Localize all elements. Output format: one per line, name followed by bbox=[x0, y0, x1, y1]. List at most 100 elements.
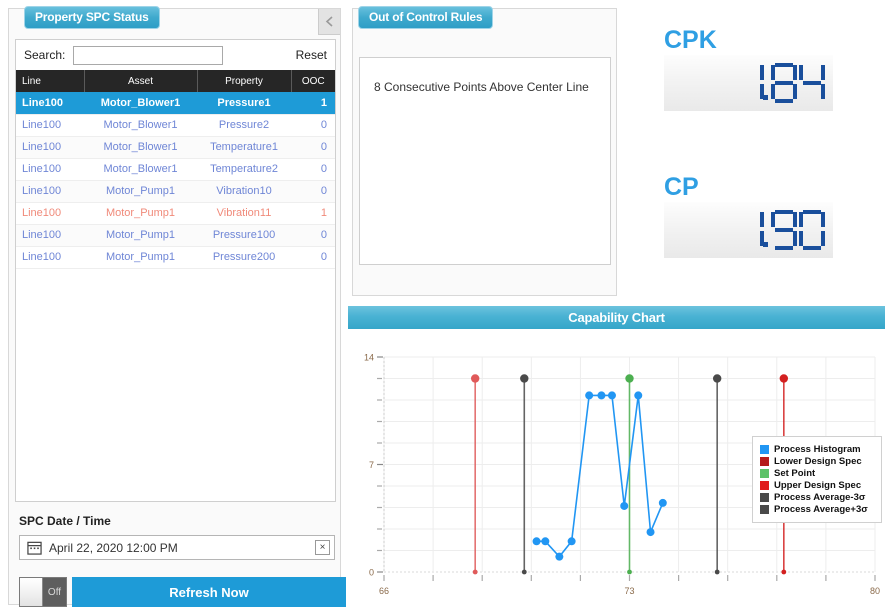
property-spc-status-panel: Search: Reset Line Asset Property OOC Li… bbox=[8, 8, 346, 607]
segment-b bbox=[793, 65, 797, 80]
seven-segment-digit bbox=[799, 63, 825, 103]
legend-swatch bbox=[760, 493, 769, 502]
segment-c bbox=[821, 84, 825, 99]
table-row[interactable]: Line100 Motor_Pump1 Pressure200 0 bbox=[16, 246, 335, 269]
segment-d bbox=[742, 246, 760, 250]
table-row[interactable]: Line100 Motor_Pump1 Vibration11 1 bbox=[16, 202, 335, 225]
spec-line-marker bbox=[625, 374, 634, 383]
auto-refresh-toggle[interactable]: Off bbox=[19, 577, 67, 607]
cell-property: Pressure200 bbox=[197, 246, 291, 269]
action-row: Off Refresh Now bbox=[19, 577, 346, 607]
table-row[interactable]: Line100 Motor_Blower1 Pressure2 0 bbox=[16, 114, 335, 137]
cp-gauge-value bbox=[738, 210, 825, 250]
table-header: Line Asset Property OOC bbox=[16, 70, 335, 92]
segment-e bbox=[738, 231, 742, 246]
table-row[interactable]: Line100 Motor_Blower1 Pressure1 1 bbox=[16, 92, 335, 115]
x-tick-label: 66 bbox=[379, 586, 389, 596]
cell-asset: Motor_Pump1 bbox=[84, 202, 197, 225]
table-row[interactable]: Line100 Motor_Blower1 Temperature1 0 bbox=[16, 136, 335, 159]
table-row[interactable]: Line100 Motor_Pump1 Pressure100 0 bbox=[16, 224, 335, 247]
out-of-control-rules-title: Out of Control Rules bbox=[358, 6, 494, 29]
spec-line-base bbox=[627, 569, 632, 575]
spc-date-time-section: SPC Date / Time April 22, 2020 12:00 PM … bbox=[19, 514, 335, 560]
cell-asset: Motor_Blower1 bbox=[84, 92, 197, 115]
out-of-control-rules-panel: 8 Consecutive Points Above Center Line bbox=[352, 8, 617, 296]
y-tick-label: 0 bbox=[369, 568, 374, 578]
cell-line: Line100 bbox=[16, 114, 84, 137]
histogram-point bbox=[567, 537, 576, 546]
cp-gauge: CP bbox=[664, 175, 833, 258]
segment-c bbox=[760, 231, 764, 246]
refresh-now-button[interactable]: Refresh Now bbox=[72, 577, 346, 607]
reset-button[interactable]: Reset bbox=[296, 48, 327, 62]
legend-item[interactable]: Upper Design Spec bbox=[760, 480, 874, 491]
cell-property: Pressure1 bbox=[197, 92, 291, 115]
segment-c bbox=[793, 84, 797, 99]
cp-gauge-label: CP bbox=[664, 173, 699, 201]
segment-e bbox=[771, 84, 775, 99]
legend-item[interactable]: Set Point bbox=[760, 468, 874, 479]
search-row: Search: Reset bbox=[16, 40, 335, 70]
cell-property: Vibration10 bbox=[197, 180, 291, 203]
clear-date-button[interactable]: × bbox=[315, 540, 330, 555]
legend-item[interactable]: Process Average-3σ bbox=[760, 492, 874, 503]
cell-property: Temperature1 bbox=[197, 136, 291, 159]
cell-asset: Motor_Blower1 bbox=[84, 158, 197, 181]
x-tick-label: 80 bbox=[870, 586, 880, 596]
column-header-property[interactable]: Property bbox=[197, 70, 292, 92]
segment-g bbox=[742, 228, 760, 232]
spc-date-time-field[interactable]: April 22, 2020 12:00 PM × bbox=[19, 535, 335, 560]
table-row[interactable]: Line100 Motor_Pump1 Vibration10 0 bbox=[16, 180, 335, 203]
cell-property: Vibration11 bbox=[197, 202, 291, 225]
cell-ooc: 0 bbox=[291, 114, 335, 137]
spec-line-marker bbox=[712, 374, 722, 383]
segment-a bbox=[775, 210, 793, 214]
legend-label: Lower Design Spec bbox=[774, 456, 862, 467]
legend-swatch bbox=[760, 445, 769, 454]
segment-e bbox=[799, 231, 803, 246]
cell-ooc: 0 bbox=[291, 136, 335, 159]
table-row[interactable]: Line100 Motor_Blower1 Temperature2 0 bbox=[16, 158, 335, 181]
column-header-ooc[interactable]: OOC bbox=[291, 70, 335, 92]
spec-line-marker bbox=[779, 374, 789, 383]
chart-legend: Process Histogram Lower Design Spec Set Po… bbox=[752, 436, 882, 523]
legend-item[interactable]: Lower Design Spec bbox=[760, 456, 874, 467]
spec-line-marker bbox=[520, 374, 529, 383]
capability-chart-area: 0 7 14 66 73 80 Process Histogram Lower Design… bbox=[348, 329, 885, 608]
chevron-left-icon bbox=[325, 16, 333, 27]
search-input[interactable] bbox=[73, 45, 224, 65]
rule-item[interactable]: 8 Consecutive Points Above Center Line bbox=[360, 58, 610, 118]
search-label: Search: bbox=[24, 48, 66, 62]
legend-swatch bbox=[760, 469, 769, 478]
column-header-line[interactable]: Line bbox=[16, 70, 85, 92]
cell-asset: Motor_Blower1 bbox=[84, 114, 197, 137]
column-header-asset[interactable]: Asset bbox=[84, 70, 198, 92]
spc-table: Line Asset Property OOC Line100 Motor_Blo… bbox=[16, 70, 335, 269]
seven-segment-digit bbox=[799, 210, 825, 250]
collapse-panel-button[interactable] bbox=[318, 9, 340, 35]
histogram-point bbox=[620, 501, 629, 510]
histogram-point bbox=[555, 552, 564, 561]
segment-a bbox=[803, 63, 821, 67]
histogram-point bbox=[607, 391, 616, 400]
segment-a bbox=[803, 210, 821, 214]
cell-property: Temperature2 bbox=[197, 158, 291, 181]
cell-asset: Motor_Pump1 bbox=[84, 246, 197, 269]
segment-c bbox=[793, 231, 797, 246]
toggle-state-label: Off bbox=[43, 578, 66, 606]
calendar-icon bbox=[27, 541, 42, 555]
property-spc-status-title: Property SPC Status bbox=[24, 6, 160, 29]
spc-date-time-value: April 22, 2020 12:00 PM bbox=[49, 540, 178, 555]
legend-item[interactable]: Process Average+3σ bbox=[760, 504, 874, 515]
legend-item[interactable]: Process Histogram bbox=[760, 444, 874, 455]
cell-property: Pressure2 bbox=[197, 114, 291, 137]
table-body: Line100 Motor_Blower1 Pressure1 1 Line100 Mot… bbox=[16, 92, 335, 269]
histogram-point bbox=[541, 537, 550, 546]
segment-b bbox=[793, 212, 797, 227]
segment-a bbox=[775, 63, 793, 67]
cell-ooc: 0 bbox=[291, 224, 335, 247]
histogram-point bbox=[597, 391, 606, 400]
legend-label: Set Point bbox=[774, 468, 816, 479]
segment-g bbox=[803, 228, 821, 232]
cell-line: Line100 bbox=[16, 136, 84, 159]
